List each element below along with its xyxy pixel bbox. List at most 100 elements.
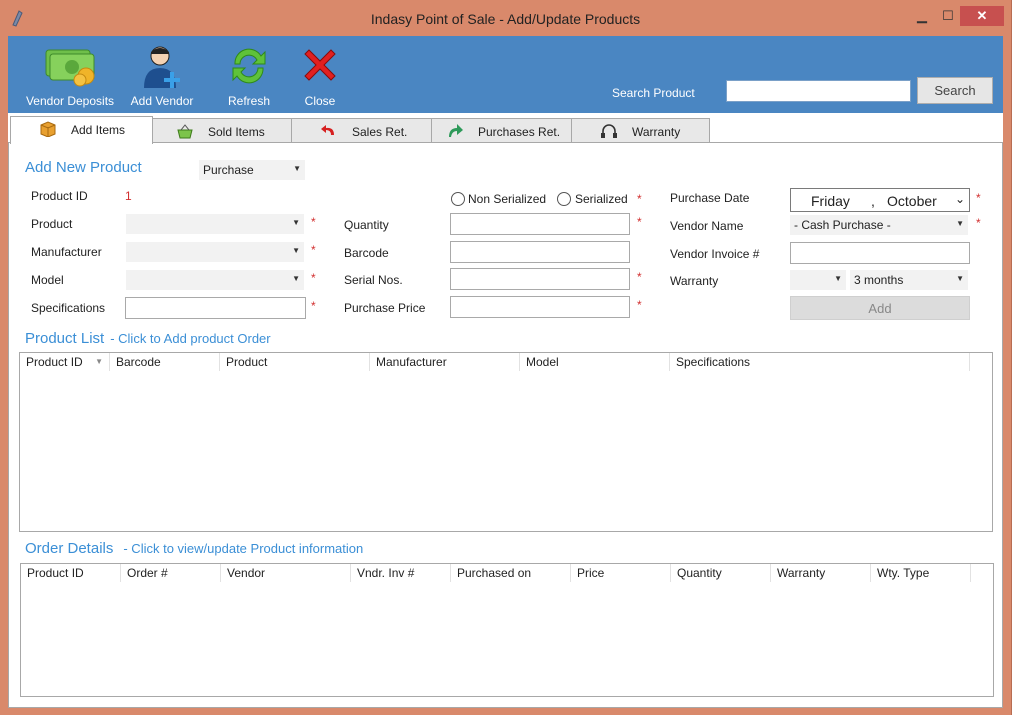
chevron-down-icon: ▼ <box>293 164 301 173</box>
vendor-invoice-label: Vendor Invoice # <box>670 247 760 261</box>
column-header-product-id[interactable]: Product ID ▼ <box>20 353 110 371</box>
title-bar[interactable]: Indasy Point of Sale - Add/Update Produc… <box>0 0 1011 36</box>
search-button[interactable]: Search <box>917 77 993 104</box>
serialized-label: Serialized <box>575 192 628 206</box>
required-mark: * <box>637 192 642 206</box>
column-header-quantity[interactable]: Quantity <box>671 564 771 582</box>
required-mark: * <box>311 271 316 285</box>
return-arrow-icon <box>321 125 334 135</box>
specifications-label: Specifications <box>31 301 106 315</box>
serial-nos-label: Serial Nos. <box>344 273 403 287</box>
serial-nos-input[interactable] <box>450 268 630 290</box>
vendor-deposits-button[interactable]: Vendor Deposits <box>22 42 118 110</box>
tab-sold-items-label: Sold Items <box>208 125 265 139</box>
column-header-barcode[interactable]: Barcode <box>110 353 220 371</box>
vendor-deposits-label: Vendor Deposits <box>25 94 115 108</box>
tab-purchases-return-label: Purchases Ret. <box>478 125 561 139</box>
purchase-price-input[interactable] <box>450 296 630 318</box>
column-header-price[interactable]: Price <box>571 564 671 582</box>
manufacturer-label: Manufacturer <box>31 245 102 259</box>
tab-sales-return-label: Sales Ret. <box>352 125 408 139</box>
required-mark: * <box>976 216 981 230</box>
quantity-input[interactable] <box>450 213 630 235</box>
purchase-date-picker[interactable]: Friday , October ⌄ <box>790 188 970 212</box>
tab-add-items[interactable]: Add Items <box>10 116 153 144</box>
column-header-product-id[interactable]: Product ID <box>21 564 121 582</box>
add-button[interactable]: Add <box>790 296 970 320</box>
column-header-manufacturer[interactable]: Manufacturer <box>370 353 520 371</box>
minimize-button[interactable]: ▁ <box>908 6 936 26</box>
model-label: Model <box>31 273 64 287</box>
window-close-button[interactable]: ✕ <box>960 6 1004 26</box>
box-icon <box>40 121 56 137</box>
add-vendor-label: Add Vendor <box>130 94 194 108</box>
basket-icon <box>177 124 193 139</box>
tab-warranty[interactable]: Warranty <box>571 118 710 143</box>
product-list-header: Product ID ▼ Barcode Product Manufacturer… <box>20 353 970 371</box>
tab-purchases-return[interactable]: Purchases Ret. <box>431 118 572 143</box>
required-mark: * <box>637 215 642 229</box>
search-product-input[interactable] <box>726 80 911 102</box>
required-mark: * <box>637 270 642 284</box>
column-header-model[interactable]: Model <box>520 353 670 371</box>
chevron-down-icon: ▼ <box>956 219 964 228</box>
manufacturer-select[interactable]: ▼ <box>126 242 304 262</box>
required-mark: * <box>311 215 316 229</box>
close-x-icon <box>304 49 336 81</box>
column-header-vendor-invoice[interactable]: Vndr. Inv # <box>351 564 451 582</box>
chevron-down-icon: ▼ <box>292 218 300 227</box>
warranty-type-select[interactable]: ▼ <box>790 270 846 290</box>
add-items-panel: Add New Product Purchase ▼ Product ID 1 … <box>8 142 1003 708</box>
non-serialized-radio[interactable] <box>451 192 465 206</box>
required-mark: * <box>976 191 981 205</box>
product-label: Product <box>31 217 73 231</box>
purchase-date-sep: , <box>871 193 875 209</box>
refresh-icon <box>232 48 266 84</box>
add-user-icon <box>144 46 180 88</box>
product-list-grid[interactable]: Product ID ▼ Barcode Product Manufacturer… <box>19 352 993 532</box>
toolbar: Vendor Deposits Add Vendor Refresh Close… <box>8 36 1003 113</box>
column-header-warranty-type[interactable]: Wty. Type <box>871 564 971 582</box>
mode-select[interactable]: Purchase ▼ <box>199 160 305 180</box>
specifications-input[interactable] <box>125 297 306 319</box>
purchase-price-label: Purchase Price <box>344 301 426 315</box>
quantity-label: Quantity <box>344 218 389 232</box>
headset-icon <box>601 124 617 138</box>
order-details-grid[interactable]: Product ID Order # Vendor Vndr. Inv # Pu… <box>20 563 994 697</box>
refresh-button[interactable]: Refresh <box>214 42 284 110</box>
window-title: Indasy Point of Sale - Add/Update Produc… <box>370 11 641 27</box>
product-id-label: Product ID <box>31 189 88 203</box>
chevron-down-icon: ▼ <box>292 246 300 255</box>
close-button[interactable]: Close <box>290 42 350 110</box>
column-header-vendor[interactable]: Vendor <box>221 564 351 582</box>
tab-add-items-label: Add Items <box>71 123 126 137</box>
barcode-input[interactable] <box>450 241 630 263</box>
order-details-header: Product ID Order # Vendor Vndr. Inv # Pu… <box>21 564 971 582</box>
product-select[interactable]: ▼ <box>126 214 304 234</box>
barcode-label: Barcode <box>344 246 389 260</box>
vendor-invoice-input[interactable] <box>790 242 970 264</box>
required-mark: * <box>311 299 316 313</box>
non-serialized-label: Non Serialized <box>468 192 547 206</box>
column-header-product[interactable]: Product <box>220 353 370 371</box>
warranty-period-select[interactable]: 3 months ▼ <box>850 270 968 290</box>
client-area: Vendor Deposits Add Vendor Refresh Close… <box>8 36 1003 708</box>
column-header-warranty[interactable]: Warranty <box>771 564 871 582</box>
forward-arrow-icon <box>449 124 463 137</box>
product-list-title: Product List - Click to Add product Order <box>25 330 271 347</box>
vendor-name-label: Vendor Name <box>670 219 744 233</box>
tab-sold-items[interactable]: Sold Items <box>151 118 292 143</box>
model-select[interactable]: ▼ <box>126 270 304 290</box>
vendor-name-select[interactable]: - Cash Purchase - ▼ <box>790 215 968 235</box>
column-header-order-no[interactable]: Order # <box>121 564 221 582</box>
purchase-date-label: Purchase Date <box>670 191 750 205</box>
add-new-product-title: Add New Product <box>25 159 142 176</box>
tab-sales-return[interactable]: Sales Ret. <box>291 118 432 143</box>
chevron-down-icon: ⌄ <box>954 192 965 206</box>
maximize-button[interactable]: ☐ <box>936 6 960 26</box>
chevron-down-icon: ▼ <box>292 274 300 283</box>
column-header-purchased-on[interactable]: Purchased on <box>451 564 571 582</box>
column-header-specifications[interactable]: Specifications <box>670 353 970 371</box>
add-vendor-button[interactable]: Add Vendor <box>128 42 196 110</box>
serialized-radio[interactable] <box>557 192 571 206</box>
